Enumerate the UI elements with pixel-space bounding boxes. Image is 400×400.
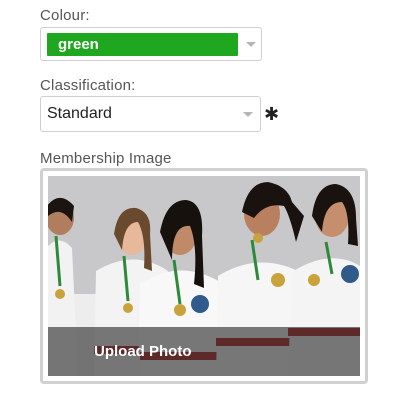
colour-select[interactable]: green	[40, 27, 262, 61]
chevron-down-icon	[246, 42, 256, 47]
membership-image-label: Membership Image	[40, 150, 172, 167]
classification-label: Classification:	[40, 77, 136, 94]
classification-value: Standard	[47, 105, 112, 122]
asterisk-icon: ✱	[264, 104, 280, 124]
chevron-down-icon	[243, 112, 253, 117]
membership-photo: Upload Photo	[48, 176, 360, 376]
colour-label: Colour:	[40, 7, 90, 24]
colour-swatch: green	[47, 33, 238, 56]
classification-select[interactable]: Standard	[40, 96, 261, 132]
membership-photo-frame[interactable]: Upload Photo	[40, 168, 368, 384]
upload-photo-button[interactable]: Upload Photo	[48, 327, 360, 376]
